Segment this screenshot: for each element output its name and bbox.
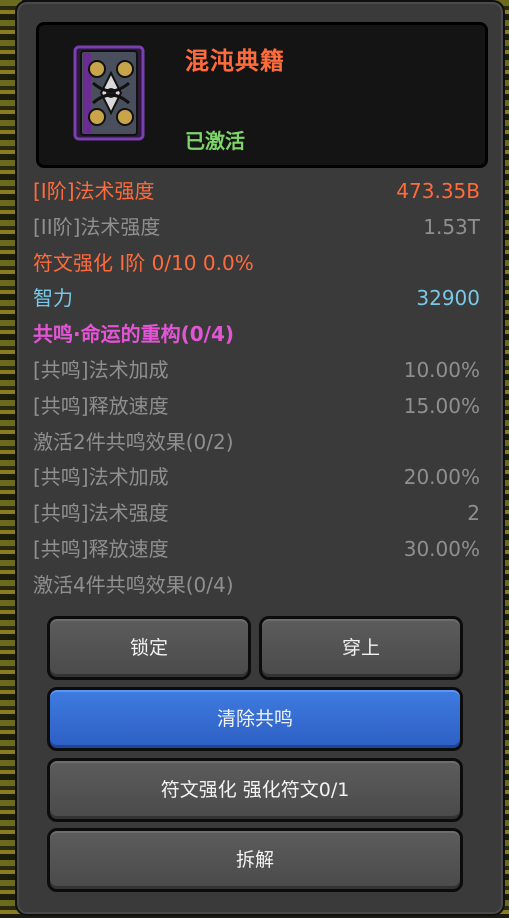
stat-label: [共鸣]法术加成 <box>33 357 169 382</box>
stat-value: 473.35B <box>396 179 480 203</box>
stat-row: [I阶]法术强度 473.35B <box>33 174 480 210</box>
stat-value: 15.00% <box>403 393 480 418</box>
stat-row: 智力 32900 <box>33 281 480 317</box>
stat-row: 激活2件共鸣效果(0/2) <box>33 425 478 461</box>
stat-value: 10.00% <box>403 357 480 382</box>
item-name: 混沌典籍 <box>185 47 285 75</box>
stat-label: [共鸣]法术强度 <box>33 501 169 526</box>
stat-label: [II阶]法术强度 <box>33 214 161 239</box>
stat-value: 2 <box>467 501 480 526</box>
stat-label: [I阶]法术强度 <box>33 179 155 203</box>
item-header: 混沌典籍 已激活 <box>36 22 488 168</box>
stats-list: [I阶]法术强度 473.35B [II阶]法术强度 1.53T 符文强化 I阶 0/1… <box>33 174 480 604</box>
stat-value: 30.00% <box>403 536 480 561</box>
stat-value: 32900 <box>416 286 480 311</box>
stat-row: 共鸣·命运的重构(0/4) <box>33 317 478 353</box>
equip-button[interactable]: 穿上 <box>259 616 463 680</box>
chaos-tome-icon <box>73 45 145 141</box>
lock-button[interactable]: 锁定 <box>47 616 251 680</box>
stat-label: [共鸣]法术加成 <box>33 465 169 490</box>
stat-row: [共鸣]法术强度 2 <box>33 496 480 532</box>
stat-label: 符文强化 I阶 0/10 0.0% <box>33 250 254 275</box>
stat-row: [共鸣]法术加成 20.00% <box>33 460 480 496</box>
stat-row: 符文强化 I阶 0/10 0.0% <box>33 246 478 282</box>
stat-row: [共鸣]释放速度 30.00% <box>33 532 480 568</box>
stat-label: [共鸣]释放速度 <box>33 393 169 418</box>
stat-label: 激活4件共鸣效果(0/4) <box>33 572 234 597</box>
clear-resonance-button[interactable]: 清除共鸣 <box>47 687 463 751</box>
disassemble-button[interactable]: 拆解 <box>47 828 463 892</box>
stat-value: 1.53T <box>423 214 480 239</box>
item-status: 已激活 <box>185 129 245 153</box>
stat-row: [共鸣]释放速度 15.00% <box>33 389 480 425</box>
item-detail-panel: 混沌典籍 已激活 [I阶]法术强度 473.35B [II阶]法术强度 1.53T 符文… <box>15 0 505 916</box>
stat-label: 激活2件共鸣效果(0/2) <box>33 429 234 454</box>
stat-label: [共鸣]释放速度 <box>33 536 169 561</box>
stat-value: 20.00% <box>403 465 480 490</box>
stat-label: 智力 <box>33 286 73 311</box>
stat-row: [II阶]法术强度 1.53T <box>33 210 480 246</box>
stat-row: 激活4件共鸣效果(0/4) <box>33 568 478 604</box>
stat-row: [共鸣]法术加成 10.00% <box>33 353 480 389</box>
stat-label: 共鸣·命运的重构(0/4) <box>33 322 235 347</box>
rune-enhance-button[interactable]: 符文强化 强化符文0/1 <box>47 758 463 822</box>
